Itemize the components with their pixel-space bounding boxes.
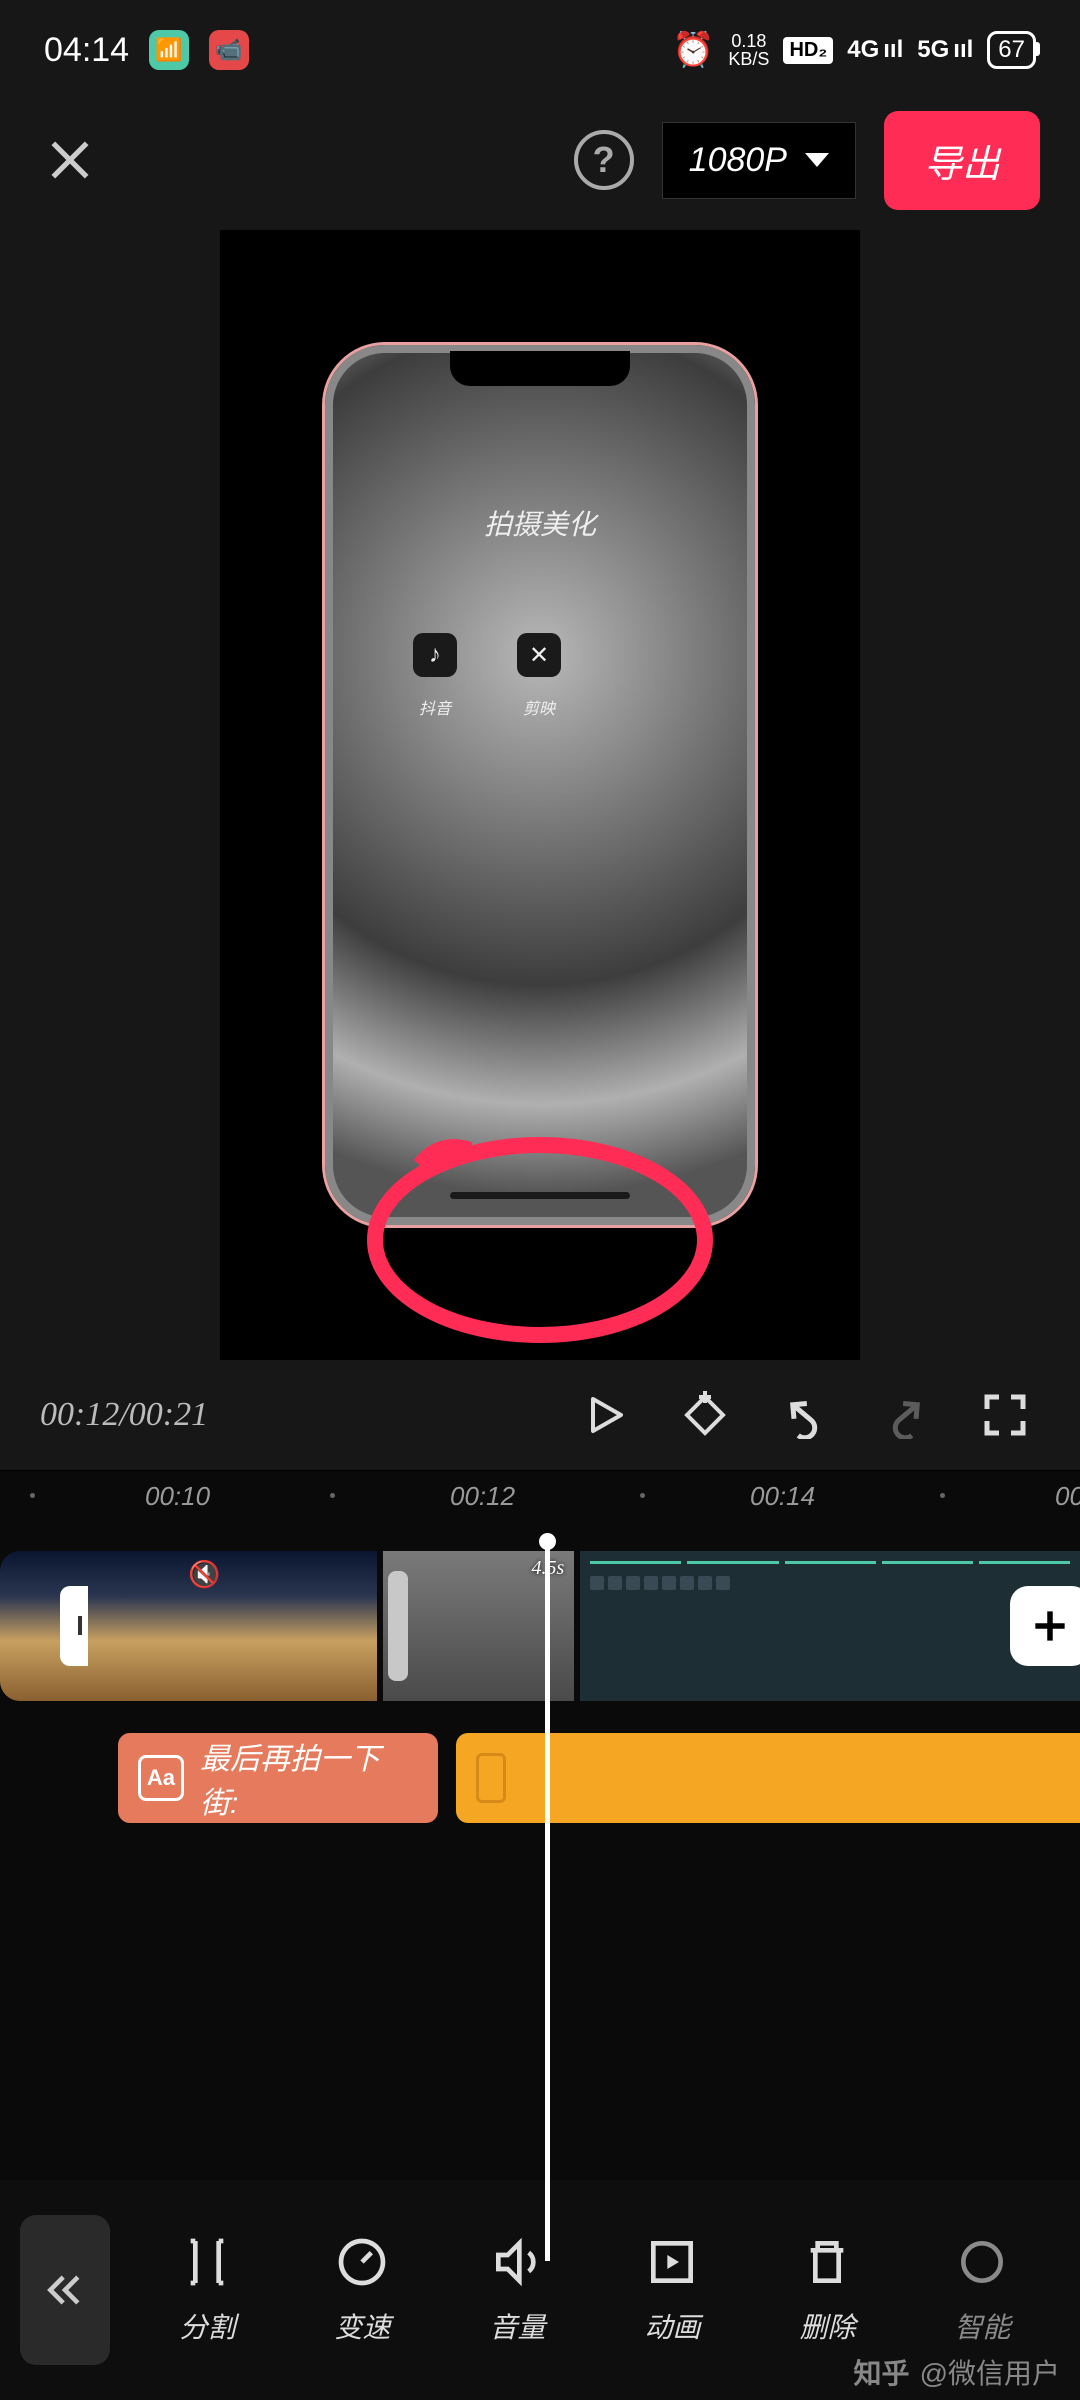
tool-label: 分割 <box>179 2306 235 2346</box>
playhead[interactable] <box>545 1541 550 2261</box>
zhihu-logo: 知乎 <box>854 2352 910 2392</box>
preview-area: 拍摄美化 ♪ 抖音 ✕ 剪映 <box>0 220 1080 1360</box>
split-icon <box>179 2234 235 2290</box>
phone-outline-icon <box>476 1753 506 1803</box>
tool-smart[interactable]: 智能 <box>954 2234 1010 2346</box>
resolution-selector[interactable]: 1080P <box>662 122 856 199</box>
phone-content: 拍摄美化 ♪ 抖音 ✕ 剪映 <box>333 353 747 1217</box>
tool-items: 分割 变速 音量 动画 删除 智能 <box>130 2234 1060 2346</box>
app-label: 剪映 <box>523 695 555 719</box>
header-right: ? 1080P 导出 <box>574 111 1040 210</box>
playback-bar: 00:12/00:21 <box>0 1360 1080 1470</box>
app-jianying: ✕ 剪映 <box>517 633 561 719</box>
keyframe-icon <box>681 1391 729 1439</box>
chevron-down-icon <box>805 153 829 167</box>
ruler-tick <box>30 1493 35 1498</box>
smart-icon <box>954 2234 1010 2290</box>
timeline-ruler[interactable]: 00:10 00:12 00:14 00 <box>0 1471 1080 1521</box>
chevron-double-left-icon <box>43 2268 87 2312</box>
douyin-icon: ♪ <box>413 633 457 677</box>
cover-handle[interactable]: I <box>60 1586 88 1666</box>
ruler-mark: 00:10 <box>145 1481 210 1512</box>
play-button[interactable] <box>570 1380 640 1450</box>
redo-button[interactable] <box>870 1380 940 1450</box>
watermark-user: @微信用户 <box>920 2352 1060 2392</box>
tool-delete[interactable]: 删除 <box>799 2234 855 2346</box>
ruler-tick <box>330 1493 335 1498</box>
signal-4g: 4Gııl <box>847 36 903 64</box>
video-clip-1[interactable]: I <box>0 1551 88 1701</box>
video-clip-2[interactable]: 🔇 <box>88 1551 377 1701</box>
tool-label: 音量 <box>489 2306 545 2346</box>
resolution-value: 1080P <box>689 141 787 180</box>
tool-animation[interactable]: 动画 <box>644 2234 700 2346</box>
text-track[interactable]: Aa 最后再拍一下街: <box>0 1733 1080 1823</box>
hd-badge: HD₂ <box>783 37 833 64</box>
net-speed-unit: KB/S <box>728 50 769 68</box>
phone-frame: 拍摄美化 ♪ 抖音 ✕ 剪映 <box>325 345 755 1225</box>
tool-label: 删除 <box>799 2306 855 2346</box>
delete-icon <box>799 2234 855 2290</box>
status-time: 04:14 <box>44 31 129 70</box>
ruler-tick <box>940 1493 945 1498</box>
ruler-mark: 00 <box>1055 1481 1080 1512</box>
ruler-mark: 00:14 <box>750 1481 815 1512</box>
network-speed: 0.18 KB/S <box>728 32 769 68</box>
fullscreen-icon <box>981 1391 1029 1439</box>
help-button[interactable]: ? <box>574 130 634 190</box>
close-button[interactable] <box>40 130 100 190</box>
video-clip-4[interactable] <box>580 1551 1080 1701</box>
signal-5g: 5Gııl <box>917 36 973 64</box>
status-bar: 04:14 📶 📹 ⏰ 0.18 KB/S HD₂ 4Gııl 5Gııl 67 <box>0 0 1080 100</box>
undo-button[interactable] <box>770 1380 840 1450</box>
mute-icon: 🔇 <box>188 1559 220 1590</box>
add-clip-button[interactable] <box>1010 1586 1080 1666</box>
alarm-icon: ⏰ <box>672 30 714 70</box>
jianying-icon: ✕ <box>517 633 561 677</box>
watermark: 知乎 @微信用户 <box>854 2352 1060 2392</box>
app-label: 抖音 <box>419 695 451 719</box>
tool-label: 变速 <box>334 2306 390 2346</box>
battery-indicator: 67 <box>987 31 1036 69</box>
plus-icon <box>1028 1604 1072 1648</box>
phone-apps: ♪ 抖音 ✕ 剪映 <box>363 633 717 719</box>
video-track[interactable]: I 🔇 4.5s <box>0 1551 1080 1701</box>
status-right: ⏰ 0.18 KB/S HD₂ 4Gııl 5Gııl 67 <box>672 30 1036 70</box>
play-icon <box>581 1391 629 1439</box>
text-icon: Aa <box>138 1755 184 1801</box>
tool-volume[interactable]: 音量 <box>489 2234 545 2346</box>
app-douyin: ♪ 抖音 <box>413 633 457 719</box>
export-button[interactable]: 导出 <box>884 111 1040 210</box>
close-icon <box>45 135 95 185</box>
status-app-icon-1: 📶 <box>149 30 189 70</box>
status-left: 04:14 📶 📹 <box>44 30 249 70</box>
fullscreen-button[interactable] <box>970 1380 1040 1450</box>
annotation-circle <box>350 1120 730 1350</box>
collapse-button[interactable] <box>20 2215 110 2365</box>
redo-icon <box>881 1391 929 1439</box>
editor-header: ? 1080P 导出 <box>0 100 1080 220</box>
status-app-icon-2: 📹 <box>209 30 249 70</box>
phone-screen-title: 拍摄美化 <box>363 503 717 543</box>
net-speed-value: 0.18 <box>731 32 766 50</box>
volume-icon <box>489 2234 545 2290</box>
keyframe-button[interactable] <box>670 1380 740 1450</box>
undo-icon <box>781 1391 829 1439</box>
animation-icon <box>644 2234 700 2290</box>
clip-handle[interactable] <box>388 1571 408 1681</box>
tool-split[interactable]: 分割 <box>179 2234 235 2346</box>
preview-canvas[interactable]: 拍摄美化 ♪ 抖音 ✕ 剪映 <box>220 230 860 1360</box>
ruler-tick <box>640 1493 645 1498</box>
ruler-mark: 00:12 <box>450 1481 515 1512</box>
timecode: 00:12/00:21 <box>40 1396 208 1434</box>
text-clip-1[interactable]: Aa 最后再拍一下街: <box>118 1733 438 1823</box>
tool-label: 智能 <box>954 2306 1010 2346</box>
text-clip-content: 最后再拍一下街: <box>200 1734 418 1822</box>
tool-speed[interactable]: 变速 <box>334 2234 390 2346</box>
speed-icon <box>334 2234 390 2290</box>
tool-label: 动画 <box>644 2306 700 2346</box>
